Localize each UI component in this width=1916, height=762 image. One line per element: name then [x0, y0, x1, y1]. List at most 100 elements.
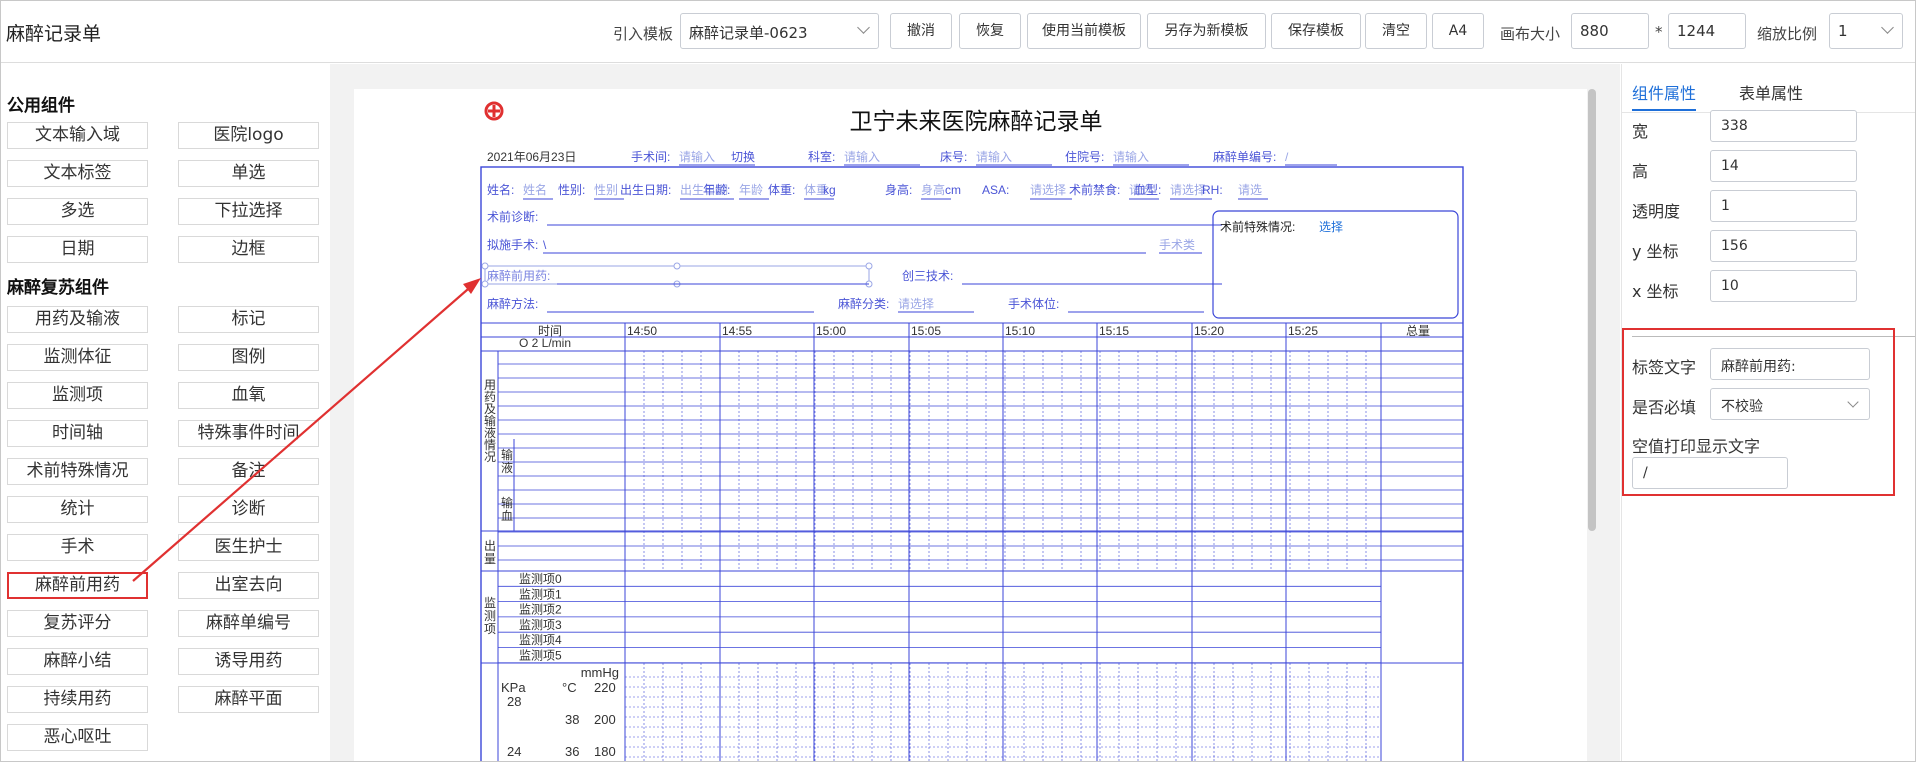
component-item[interactable]: 复苏评分 [7, 610, 148, 637]
template-select-value: 麻醉记录单-0623 [689, 24, 808, 42]
time-tick-label: 15:00 [816, 324, 846, 338]
component-item[interactable]: 边框 [178, 236, 319, 263]
component-item[interactable]: 文本标签 [7, 160, 148, 187]
component-item[interactable]: 诊断 [178, 496, 319, 523]
o2-label: O 2 L/min [519, 336, 571, 350]
component-item[interactable]: 用药及输液 [7, 306, 148, 333]
prop-label: 高 [1632, 162, 1649, 181]
component-item[interactable]: 特殊事件时间 [178, 420, 319, 447]
component-item[interactable]: 监测体征 [7, 344, 148, 371]
canvas-width-input[interactable]: 880 [1571, 13, 1649, 49]
field-placeholder: kg [823, 183, 836, 197]
times-sign: * [1655, 23, 1663, 41]
field-label: 麻醉单编号: [1213, 149, 1276, 164]
field-placeholder: 请选 [1238, 183, 1262, 197]
component-item[interactable]: 备注 [178, 458, 319, 485]
field-label: 创三技术: [902, 269, 953, 283]
field-label: 麻醉分类: [838, 296, 889, 311]
field-label: 血型: [1134, 183, 1161, 197]
field-label: 术前特殊情况: [1220, 219, 1295, 234]
time-tick-label: 15:10 [1005, 324, 1035, 338]
component-item[interactable]: 统计 [7, 496, 148, 523]
kpa-tick: 24 [507, 744, 521, 759]
mmhg-tick: 200 [594, 712, 616, 727]
tab-component-props[interactable]: 组件属性 [1632, 80, 1696, 104]
canvas-height-input[interactable]: 1244 [1668, 13, 1746, 49]
field-placeholder: 切换 [731, 150, 755, 164]
prop-input[interactable]: 338 [1710, 110, 1857, 142]
component-item[interactable]: 多选 [7, 198, 148, 225]
component-item[interactable]: 麻醉单编号 [178, 610, 319, 637]
celsius-tick: 38 [565, 712, 579, 727]
a4-button[interactable]: A4 [1432, 13, 1484, 49]
component-item[interactable]: 文本输入域 [7, 122, 148, 149]
field-placeholder: 身高 [921, 182, 945, 197]
field-placeholder: 年龄 [739, 183, 763, 197]
component-item[interactable]: 监测项 [7, 382, 148, 409]
field-label: 年龄: [703, 183, 730, 197]
component-item[interactable]: 单选 [178, 160, 319, 187]
time-tick-label: 14:55 [722, 324, 752, 338]
component-item[interactable]: 医院logo [178, 122, 319, 149]
component-item[interactable]: 术前特殊情况 [7, 458, 148, 485]
field-placeholder: 请输入 [844, 149, 880, 164]
field-label: 科室: [808, 149, 835, 164]
prop-input[interactable]: 10 [1710, 270, 1857, 302]
use-current-template-button[interactable]: 使用当前模板 [1027, 13, 1141, 49]
vertical-scrollbar[interactable] [1588, 89, 1596, 531]
component-item[interactable]: 恶心呕吐 [7, 724, 148, 751]
field-placeholder: 请选择 [1170, 183, 1206, 197]
field-placeholder: 手术类 [1159, 238, 1195, 252]
component-item[interactable]: 时间轴 [7, 420, 148, 447]
field-placeholder: 请选择 [1030, 183, 1066, 197]
document-title: 卫宁未来医院麻醉记录单 [850, 108, 1103, 134]
component-item[interactable]: 标记 [178, 306, 319, 333]
zoom-select[interactable]: 1 [1829, 13, 1903, 49]
component-item[interactable]: 医生护士 [178, 534, 319, 561]
monitor-item-label: 监测项5 [519, 649, 562, 663]
redo-button[interactable]: 恢复 [959, 13, 1021, 49]
component-item-highlighted[interactable]: 麻醉前用药 [7, 572, 148, 599]
component-item[interactable]: 诱导用药 [178, 648, 319, 675]
save-template-button[interactable]: 保存模板 [1271, 13, 1361, 49]
component-panel: 公用组件 麻醉复苏组件 文本输入域 医院logo 文本标签 单选 多选 下拉选择 日期 边框 … [1, 64, 329, 761]
component-item[interactable]: 图例 [178, 344, 319, 371]
field-label: 床号: [940, 150, 967, 164]
prop-input[interactable]: 1 [1710, 190, 1857, 222]
design-canvas[interactable]: 卫宁未来医院麻醉记录单 2021年06月23日 手术间: 请输入 切换 科室: 请输入 床号:… [354, 89, 1587, 761]
time-tick-label: 15:20 [1194, 324, 1224, 338]
mmhg-unit: mmHg [581, 665, 619, 680]
template-select[interactable]: 麻醉记录单-0623 [680, 13, 879, 49]
field-label: ASA: [982, 183, 1009, 197]
tab-form-props[interactable]: 表单属性 [1739, 80, 1803, 104]
component-item[interactable]: 下拉选择 [178, 198, 319, 225]
field-label: 住院号: [1065, 150, 1104, 164]
component-item[interactable]: 麻醉平面 [178, 686, 319, 713]
field-placeholder: 请输入 [679, 149, 715, 164]
zoom-select-value: 1 [1838, 22, 1848, 40]
zoom-label: 缩放比例 [1757, 25, 1818, 43]
annotation-highlight-box [1622, 328, 1895, 496]
field-label: 体重: [768, 183, 795, 197]
prop-input[interactable]: 156 [1710, 230, 1857, 262]
component-item[interactable]: 日期 [7, 236, 148, 263]
prop-label: y 坐标 [1632, 242, 1679, 261]
component-item[interactable]: 出室去向 [178, 572, 319, 599]
field-placeholder: 性别 [594, 183, 618, 197]
component-item[interactable]: 手术 [7, 534, 148, 561]
field-placeholder: / [1285, 150, 1289, 164]
save-as-new-template-button[interactable]: 另存为新模板 [1147, 13, 1266, 49]
field-placeholder: 请选择 [898, 297, 934, 311]
field-placeholder: 姓名 [523, 182, 547, 197]
clear-button[interactable]: 清空 [1365, 13, 1427, 49]
component-item[interactable]: 血氧 [178, 382, 319, 409]
field-label: 手术间: [631, 150, 670, 164]
component-item[interactable]: 持续用药 [7, 686, 148, 713]
time-tick-label: 15:05 [911, 324, 941, 338]
component-item[interactable]: 麻醉小结 [7, 648, 148, 675]
prop-input[interactable]: 14 [1710, 150, 1857, 182]
undo-button[interactable]: 撤消 [890, 13, 952, 49]
special-select-link: 选择 [1319, 220, 1343, 234]
mmhg-tick: 220 [594, 680, 616, 695]
monitor-item-label: 监测项3 [519, 618, 562, 632]
